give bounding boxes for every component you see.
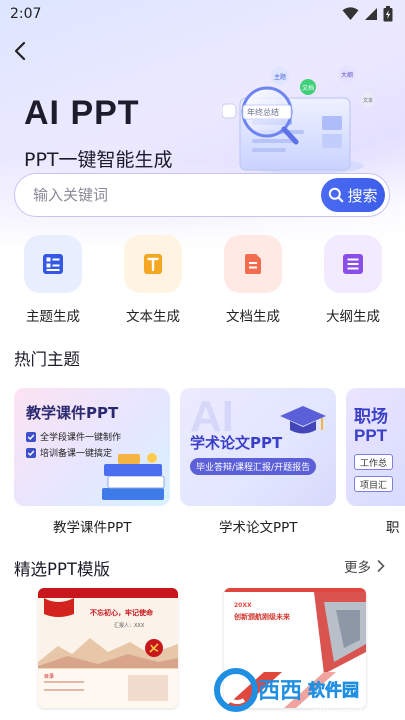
template-title: 不忘初心，牢记使命 (90, 609, 153, 617)
template-lower-panel: 目录 (38, 668, 178, 708)
search-bar: 搜索 (14, 173, 390, 217)
feature-outline-generate[interactable]: 大纲生成 (313, 235, 393, 325)
templates-title: 精选PPT模版 (14, 560, 110, 579)
check-icon (26, 431, 36, 442)
search-icon (329, 187, 344, 203)
feature-tile (124, 235, 182, 293)
outline-list-icon (343, 254, 363, 274)
topic-caption: 教学课件PPT (53, 520, 132, 536)
bubble-label: 大纲 (341, 71, 353, 79)
books-illustration (102, 453, 165, 500)
watermark-text: 软件园 (308, 680, 359, 701)
signal-icon (365, 8, 377, 20)
feature-tile (324, 235, 382, 293)
card-tag-text: 项目汇 (360, 480, 388, 491)
wifi-icon (342, 7, 359, 20)
feature-label: 文本生成 (126, 309, 180, 325)
status-time: 2:07 (10, 6, 42, 22)
card-headline-2: PPT (354, 426, 388, 445)
feature-document-generate[interactable]: 文档生成 (213, 235, 293, 325)
template-year: 20XX (234, 602, 252, 609)
card-tag-text: 工作总 (360, 458, 388, 469)
template-title: 创新颁航刚级未来 (234, 613, 290, 621)
bubble-label: 文本 (363, 97, 373, 104)
battery-icon (383, 6, 393, 22)
hero-illustration: 年终总结 主题 大纲 文档 文本 (221, 58, 382, 176)
bubble-label: 主题 (274, 73, 286, 81)
back-button[interactable] (8, 38, 34, 64)
topic-caption: 职 (386, 520, 400, 536)
illustration-search-text: 年终总结 (247, 107, 279, 117)
topic-card-teaching[interactable]: 教学课件PPT 全学段课件一键制作 培训备课一键搞定 (14, 388, 170, 506)
card-headline: 职场 (354, 407, 388, 427)
flag-icon (44, 598, 74, 617)
feature-label: 大纲生成 (326, 309, 380, 325)
card-bullet-text: 全学段课件一键制作 (40, 433, 122, 443)
more-link[interactable]: 更多 (344, 556, 385, 576)
text-doc-icon (144, 254, 162, 274)
status-bar: 2:07 (0, 0, 405, 28)
hero-title: AI PPT (24, 94, 140, 132)
feature-theme-generate[interactable]: 主题生成 (13, 235, 93, 325)
template-card-party[interactable]: 不忘初心，牢记使命 汇报人：XXX 目录 (38, 588, 178, 708)
feature-tile (24, 235, 82, 293)
feature-tile (224, 235, 282, 293)
card-tag: 项目汇 (354, 476, 394, 492)
topic-card-academic[interactable]: AI 学术论文PPT 毕业答辩/课程汇报/开题报告 (180, 388, 336, 506)
card-tag: 毕业答辩/课程汇报/开题报告 (190, 458, 317, 475)
card-tag-text: 毕业答辩/课程汇报/开题报告 (196, 463, 311, 473)
more-label: 更多 (344, 560, 371, 576)
party-emblem-icon (145, 639, 163, 657)
card-tag: 工作总 (354, 454, 394, 470)
hero-subtitle: PPT一键智能生成 (24, 149, 173, 171)
card-bullet: 全学段课件一键制作 (26, 430, 121, 443)
watermark-brand: 西西 (258, 679, 302, 704)
status-icons (342, 6, 393, 22)
bubble-label: 文档 (302, 84, 314, 92)
feature-label: 文档生成 (226, 309, 280, 325)
watermark-logo: 西西 软件园 CR173.COM (214, 666, 400, 714)
geometric-photo-graphic (314, 592, 366, 674)
search-button[interactable]: 搜索 (321, 178, 385, 212)
chevron-left-icon (14, 41, 26, 61)
graduation-cap-icon (280, 406, 326, 434)
topic-card-workplace[interactable]: 职场 PPT 工作总 项目汇 (346, 388, 405, 506)
feature-shortcuts: 主题生成 文本生成 文档生成 大纲生成 (0, 235, 405, 330)
chevron-right-icon (377, 560, 385, 572)
card-headline: 学术论文PPT (190, 434, 283, 452)
check-icon (26, 447, 36, 458)
watermark-domain: CR173.COM (314, 703, 362, 712)
feature-label: 主题生成 (26, 309, 80, 325)
hot-topics-title: 热门主题 (14, 350, 80, 369)
search-button-label: 搜索 (347, 186, 378, 205)
template-sub: 汇报人：XXX (114, 623, 145, 629)
hero-illustration-graphic: 年终总结 主题 大纲 文档 文本 (221, 65, 375, 174)
topic-caption: 学术论文PPT (219, 520, 298, 536)
document-icon (245, 254, 261, 274)
theme-grid-icon (43, 254, 63, 274)
template-section: 目录 (44, 674, 55, 680)
feature-text-generate[interactable]: 文本生成 (113, 235, 193, 325)
card-headline: 教学课件PPT (26, 404, 119, 422)
watermark-logo-graphic: 西西 软件园 CR173.COM (214, 668, 362, 712)
